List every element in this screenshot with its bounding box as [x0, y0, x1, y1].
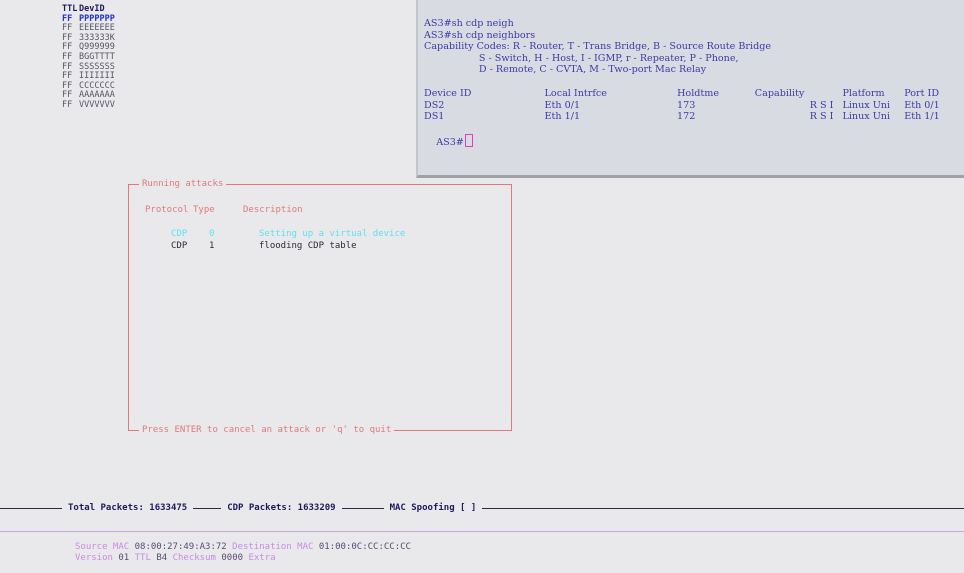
device-id: VVVVVVV	[79, 99, 115, 110]
checksum-value: 0000	[221, 553, 244, 563]
terminal-window[interactable]: AS3#sh cdp neigh AS3#sh cdp neighbors Ca…	[416, 0, 964, 178]
panel-footer-hint: Press ENTER to cancel an attack or 'q' t…	[139, 425, 395, 436]
terminal-line: AS3#sh cdp neighbors	[424, 29, 536, 41]
attack-description: Setting up a virtual device	[259, 229, 406, 239]
attack-type: 1	[209, 241, 215, 251]
attack-description: flooding CDP table	[259, 241, 357, 251]
ttl-value: B4	[156, 553, 168, 563]
destination-mac-value: 01:00:0C:CC:CC:CC	[318, 542, 411, 552]
terminal-line: Capability Codes: R - Router, T - Trans …	[424, 41, 772, 53]
terminal-line: AS3#sh cdp neigh	[424, 18, 514, 29]
cell-device-id: DS2	[424, 99, 445, 111]
source-mac-value: 08:00:27:49:A3:72	[134, 542, 227, 552]
device-row[interactable]: FF VVVVVVV	[62, 99, 115, 111]
text-cursor	[464, 134, 473, 148]
attack-protocol: CDP	[171, 241, 188, 251]
col-device-id: Device ID	[424, 87, 472, 99]
attack-row[interactable]: CDP 1 flooding CDP table	[145, 241, 357, 251]
cell-port-id: Eth 1/1	[904, 111, 940, 123]
cdp-packets: CDP Packets: 1633209	[227, 503, 336, 513]
cell-capability: R S I	[809, 99, 834, 111]
terminal-prompt-line[interactable]: AS3#	[424, 123, 964, 148]
attacks-header: Protocol Type Description	[145, 205, 303, 215]
attack-row-active[interactable]: CDP 0 Setting up a virtual device	[145, 229, 405, 239]
cdp-table-header: Device ID Local Intrfce Holdtme Capabili…	[424, 88, 964, 100]
col-description: Description	[243, 205, 303, 215]
running-attacks-panel: Running attacks Protocol Type Descriptio…	[128, 179, 512, 436]
col-protocol: Protocol	[145, 205, 189, 215]
mac-spoofing-toggle[interactable]: MAC Spoofing [ ]	[384, 503, 483, 513]
terminal-prompt: AS3#	[436, 137, 464, 149]
device-list: TTL DevID FF PPPPPPP FF EEEEEEE FF 33333…	[62, 4, 115, 111]
device-ttl: FF	[62, 99, 73, 110]
col-holdtme: Holdtme	[677, 87, 720, 99]
cell-platform: Linux Uni	[842, 99, 891, 111]
packet-info-row-mac: Source MAC 08:00:27:49:A3:72 Destination…	[75, 542, 411, 552]
cell-local-intrfce: Eth 0/1	[544, 99, 581, 111]
version-value: 01	[118, 553, 130, 563]
cell-local-intrfce: Eth 1/1	[544, 111, 581, 123]
col-capability: Capability	[754, 87, 805, 99]
cell-holdtme: 173	[677, 99, 696, 111]
ttl-label: TTL	[134, 553, 151, 563]
terminal-line: D - Remote, C - CVTA, M - Two-port Mac R…	[424, 64, 707, 76]
cell-platform: Linux Uni	[842, 111, 891, 123]
total-packets: Total Packets: 1633475	[68, 503, 188, 513]
packet-info-panel: Source MAC 08:00:27:49:A3:72 Destination…	[0, 531, 964, 573]
destination-mac-label: Destination MAC	[232, 542, 314, 552]
extra-label: Extra	[248, 553, 276, 563]
col-platform: Platform	[842, 87, 885, 99]
col-type: Type	[193, 205, 215, 215]
source-mac-label: Source MAC	[75, 542, 130, 552]
col-local-intrfce: Local Intrfce	[544, 87, 607, 99]
col-port-id: Port ID	[904, 87, 940, 99]
terminal-line: S - Switch, H - Host, I - IGMP, r - Repe…	[424, 52, 739, 64]
packet-info-row-header: Version 01 TTL B4 Checksum 0000 Extra	[75, 553, 276, 563]
cell-holdtme: 172	[677, 111, 696, 123]
cell-capability: R S I	[809, 111, 834, 123]
panel-title: Running attacks	[139, 179, 227, 190]
cdp-table-row: DS2 Eth 0/1 173 R S I Linux Uni Eth 0/1	[424, 100, 964, 112]
cdp-table-row: DS1 Eth 1/1 172 R S I Linux Uni Eth 1/1	[424, 111, 964, 123]
checksum-label: Checksum	[172, 553, 216, 563]
attack-type: 0	[209, 229, 215, 239]
version-label: Version	[75, 553, 113, 563]
attack-protocol: CDP	[171, 229, 188, 239]
cell-device-id: DS1	[424, 111, 445, 123]
cell-port-id: Eth 0/1	[904, 99, 940, 111]
status-bar: Total Packets: 1633475 CDP Packets: 1633…	[0, 500, 964, 516]
